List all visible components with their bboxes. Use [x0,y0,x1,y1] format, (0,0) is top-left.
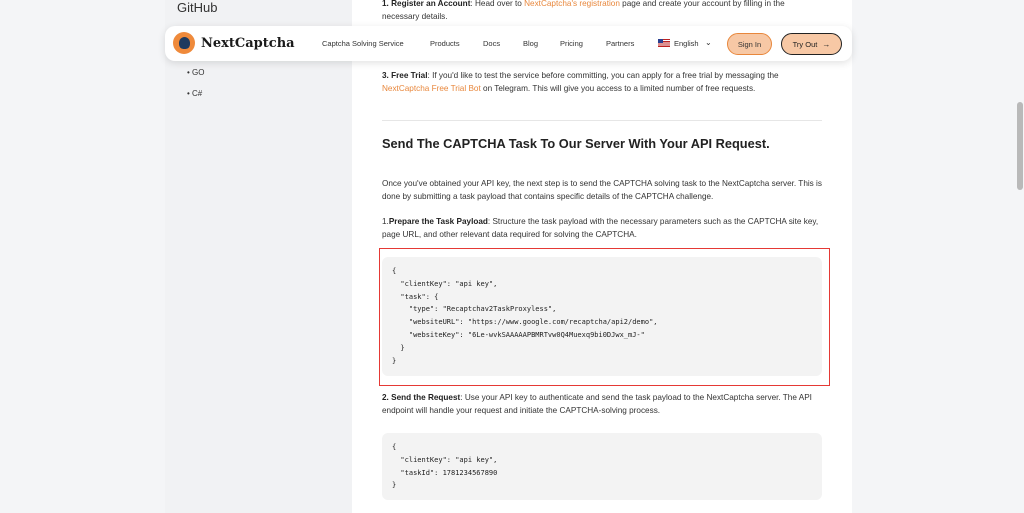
logo-icon [173,32,195,54]
chevron-down-icon[interactable]: ⌄ [705,38,712,47]
highlight-box [379,248,830,386]
intro-paragraph: Once you've obtained your API key, the n… [382,179,822,201]
nav-partners[interactable]: Partners [606,39,634,48]
nav-captcha-solving-service[interactable]: Captcha Solving Service [322,39,404,48]
code-block-request[interactable]: { "clientKey": "api key", "taskId": 1781… [382,433,822,500]
logo[interactable]: NextCaptcha [173,32,295,54]
main-content: 1. Register an Account: Head over to Nex… [352,0,852,513]
nav-pricing[interactable]: Pricing [560,39,583,48]
arrow-right-icon: → [822,39,831,49]
sidebar: GitHub • GO • C# [165,0,352,513]
sign-in-button[interactable]: Sign In [727,33,772,55]
try-out-button[interactable]: Try Out → [781,33,842,55]
free-trial-bot-link[interactable]: NextCaptcha Free Trial Bot [382,84,481,93]
prepare-paragraph: 1.Prepare the Task Payload: Structure th… [382,217,819,239]
send-request-paragraph: 2. Send the Request: Use your API key to… [382,393,812,415]
step1-paragraph: 1. Register an Account: Head over to Nex… [382,0,785,21]
scrollbar-thumb[interactable] [1017,102,1023,190]
nav-blog[interactable]: Blog [523,39,538,48]
language-select[interactable]: English [674,39,699,48]
section-heading: Send The CAPTCHA Task To Our Server With… [382,136,770,151]
sidebar-item-csharp[interactable]: • C# [187,89,202,98]
scrollbar[interactable] [1016,0,1024,513]
step3-paragraph: 3. Free Trial: If you'd like to test the… [382,71,779,93]
navbar: NextCaptcha Captcha Solving Service Prod… [165,26,852,61]
logo-text: NextCaptcha [201,35,295,51]
sidebar-title[interactable]: GitHub [177,0,217,15]
sidebar-item-go[interactable]: • GO [187,68,204,77]
registration-link[interactable]: NextCaptcha's registration [524,0,620,8]
divider [382,120,822,121]
nav-docs[interactable]: Docs [483,39,500,48]
nav-products[interactable]: Products [430,39,460,48]
us-flag-icon [658,39,670,47]
